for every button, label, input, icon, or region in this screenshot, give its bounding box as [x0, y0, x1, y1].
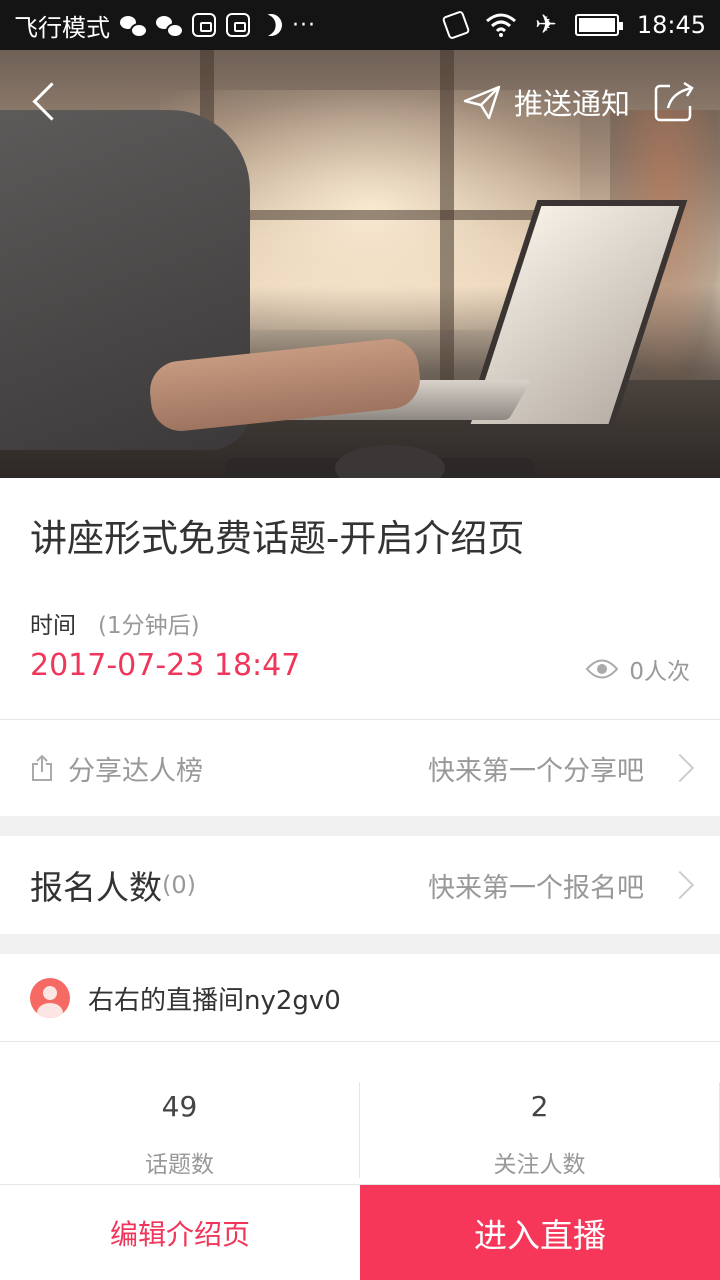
- enter-live-button[interactable]: 进入直播: [360, 1185, 720, 1280]
- signup-count: (0): [162, 871, 196, 899]
- status-left: 飞行模式 ···: [14, 8, 445, 43]
- share-upload-icon: [32, 754, 52, 781]
- signup-hint: 快来第一个报名吧: [428, 872, 644, 904]
- time-label: 时间: [30, 613, 76, 639]
- time-relative: (1分钟后): [98, 613, 200, 639]
- channel-stats: 49 话题数 2 关注人数: [0, 1082, 720, 1178]
- host-channel-name: 右右的直播间ny2gv0: [88, 985, 341, 1016]
- signup-label: 报名人数: [30, 868, 162, 907]
- share-rank-hint: 快来第一个分享吧: [428, 755, 644, 787]
- section-gap: [0, 934, 720, 954]
- share-rank-row[interactable]: 分享达人榜 快来第一个分享吧: [0, 720, 720, 816]
- do-not-disturb-icon: [257, 11, 285, 39]
- wechat-icon: [120, 13, 148, 38]
- header-bar: 推送通知: [0, 50, 720, 154]
- start-datetime: 2017-07-23 18:47: [30, 648, 301, 683]
- topic-count-stat[interactable]: 49 话题数: [0, 1082, 359, 1178]
- wechat-icon: [156, 13, 184, 38]
- share-icon[interactable]: [652, 80, 696, 124]
- signup-row[interactable]: 报名人数 (0) 快来第一个报名吧: [0, 836, 720, 934]
- eye-icon: [586, 659, 619, 679]
- view-count-text: 0人次: [629, 659, 690, 685]
- status-right: ✈ 18:45: [441, 9, 706, 41]
- status-bar: 飞行模式 ··· ✈ 18:45: [0, 0, 720, 50]
- stat-value: 2: [530, 1090, 549, 1123]
- airplane-icon: ✈: [535, 10, 557, 40]
- section-gap: [0, 816, 720, 836]
- app-icon: [192, 13, 216, 37]
- divider: [0, 1041, 720, 1042]
- app-icon: [226, 13, 250, 37]
- avatar: [30, 978, 70, 1018]
- vibrate-icon: [441, 9, 471, 41]
- follower-count-stat[interactable]: 2 关注人数: [359, 1082, 720, 1178]
- airplane-mode-text: 飞行模式: [14, 13, 110, 42]
- chevron-right-icon: [665, 870, 695, 900]
- paper-plane-icon: [463, 85, 501, 120]
- more-notifications-icon: ···: [292, 12, 316, 38]
- chevron-right-icon: [665, 753, 695, 783]
- wifi-icon: [486, 13, 517, 37]
- push-notification-button[interactable]: 推送通知: [462, 81, 630, 123]
- bottom-action-bar: 编辑介绍页 进入直播: [0, 1184, 720, 1280]
- edit-intro-button[interactable]: 编辑介绍页: [0, 1185, 360, 1280]
- push-notification-label: 推送通知: [513, 87, 630, 121]
- host-channel-row[interactable]: 右右的直播间ny2gv0: [0, 954, 720, 1042]
- share-rank-label: 分享达人榜: [68, 755, 203, 787]
- stat-label: 关注人数: [493, 1152, 586, 1178]
- battery-icon: [574, 14, 623, 36]
- stat-label: 话题数: [145, 1152, 214, 1178]
- clock: 18:45: [636, 11, 706, 39]
- topic-title: 讲座形式免费话题-开启介绍页: [30, 517, 525, 560]
- back-arrow-icon[interactable]: [24, 76, 64, 128]
- view-count: 0人次: [585, 652, 690, 686]
- stat-value: 49: [161, 1090, 198, 1123]
